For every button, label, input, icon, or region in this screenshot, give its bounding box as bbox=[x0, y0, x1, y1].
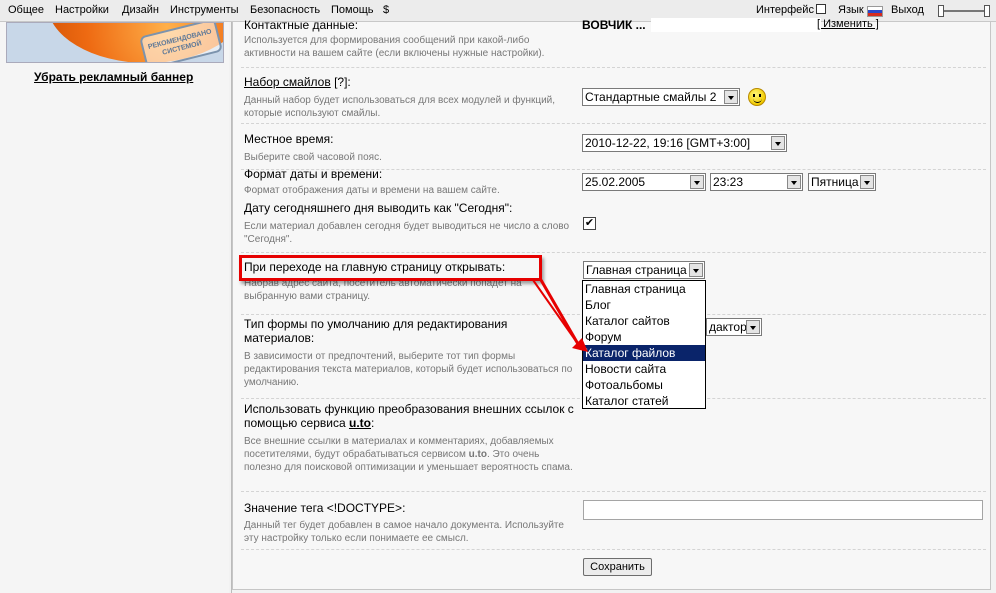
menu-design[interactable]: Дизайн bbox=[122, 4, 159, 16]
interface-toggle[interactable]: Интерфейс bbox=[756, 4, 826, 16]
menu-general[interactable]: Общее bbox=[8, 4, 44, 16]
slider-knob-right[interactable] bbox=[984, 5, 990, 17]
interface-label: Интерфейс bbox=[756, 4, 814, 16]
exit-link[interactable]: Выход bbox=[891, 4, 924, 16]
language-label: Язык bbox=[838, 4, 864, 16]
annotation-arrow-line-2 bbox=[532, 279, 579, 345]
remove-banner-link[interactable]: Убрать рекламный баннер bbox=[34, 70, 193, 84]
menu-security[interactable]: Безопасность bbox=[250, 4, 320, 16]
menu-tools[interactable]: Инструменты bbox=[170, 4, 239, 16]
width-slider[interactable] bbox=[938, 5, 990, 17]
settings-content: Контактные данные: Используется для форм… bbox=[231, 18, 996, 593]
left-panel: РЕКОМЕНДОВАНО СИСТЕМОЙ Убрать рекламный … bbox=[0, 22, 229, 593]
menu-settings[interactable]: Настройки bbox=[55, 4, 109, 16]
slider-track bbox=[938, 10, 990, 12]
ad-banner[interactable]: РЕКОМЕНДОВАНО СИСТЕМОЙ bbox=[6, 22, 224, 63]
menu-help[interactable]: Помощь bbox=[331, 4, 374, 16]
russian-flag-icon[interactable] bbox=[867, 6, 883, 17]
settings-frame: Контактные данные: Используется для форм… bbox=[232, 18, 991, 590]
menu-dollar[interactable]: $ bbox=[383, 4, 389, 16]
annotation-arrow bbox=[532, 279, 588, 352]
slider-knob-left[interactable] bbox=[938, 5, 944, 17]
interface-checkbox[interactable] bbox=[815, 4, 826, 14]
